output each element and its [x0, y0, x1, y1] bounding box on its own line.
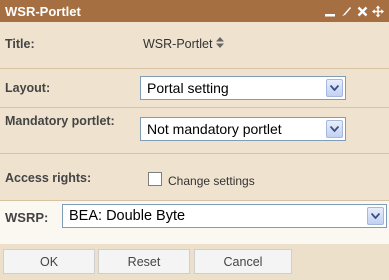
portlet-titlebar: WSR-Portlet — [0, 0, 389, 22]
close-icon[interactable] — [356, 4, 368, 18]
chevron-down-icon[interactable] — [367, 207, 384, 225]
reset-button[interactable]: Reset — [98, 249, 190, 274]
wsrp-label: WSRP: — [5, 210, 49, 225]
mandatory-select-value: Not mandatory portlet — [147, 121, 282, 137]
access-label: Access rights: — [5, 171, 92, 185]
title-label: Title: — [5, 37, 35, 51]
mandatory-select[interactable]: Not mandatory portlet — [140, 117, 346, 141]
chevron-down-icon[interactable] — [326, 120, 343, 138]
change-settings-label[interactable]: Change settings — [168, 174, 255, 188]
chevron-down-icon[interactable] — [326, 79, 343, 97]
edit-icon[interactable] — [340, 4, 352, 18]
wsrp-select-value: BEA: Double Byte — [69, 208, 186, 224]
cancel-button[interactable]: Cancel — [194, 249, 292, 274]
wsrp-select[interactable]: BEA: Double Byte — [62, 204, 387, 228]
layout-select[interactable]: Portal setting — [140, 76, 346, 100]
title-value: WSR-Portlet — [143, 37, 225, 51]
change-settings-checkbox[interactable] — [148, 172, 162, 186]
sort-icon[interactable] — [216, 37, 225, 51]
title-value-text: WSR-Portlet — [143, 37, 213, 51]
layout-label: Layout: — [5, 81, 51, 95]
minimize-icon[interactable] — [324, 4, 336, 18]
move-icon[interactable] — [372, 4, 384, 18]
layout-select-value: Portal setting — [147, 80, 229, 96]
portlet-title: WSR-Portlet — [5, 3, 81, 19]
mandatory-label: Mandatory portlet: — [5, 114, 115, 128]
window-controls — [324, 4, 389, 18]
ok-button[interactable]: OK — [3, 249, 95, 274]
